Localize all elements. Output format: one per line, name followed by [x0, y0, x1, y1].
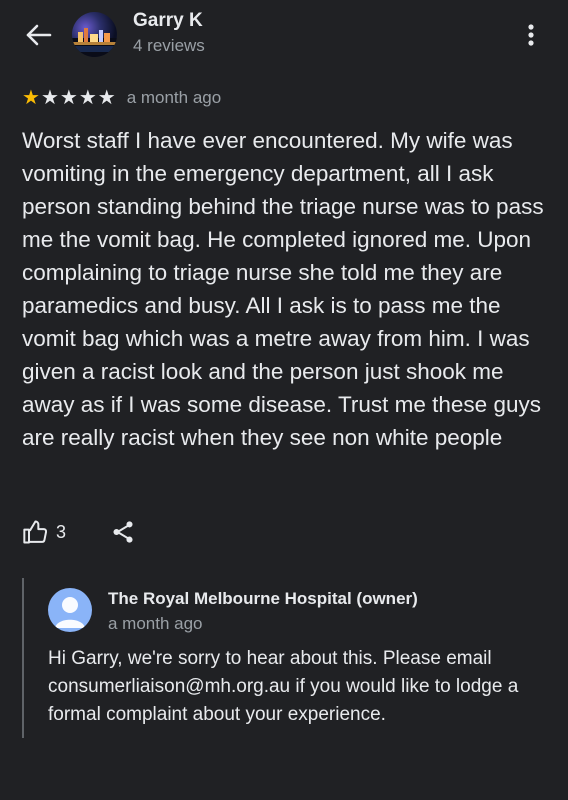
star-empty-icon: ★ — [97, 87, 116, 109]
city-night-photo — [72, 28, 117, 57]
star-empty-icon: ★ — [78, 87, 97, 109]
share-icon — [113, 521, 133, 543]
star-filled-icon: ★ — [22, 87, 40, 109]
share-button[interactable] — [110, 519, 136, 545]
more-options-button[interactable] — [520, 20, 542, 50]
like-count: 3 — [56, 521, 67, 542]
reviewer-name[interactable]: Garry K — [133, 10, 203, 32]
review-text: Worst staff I have ever encountered. My … — [22, 128, 544, 450]
owner-reply-date: a month ago — [108, 614, 203, 633]
owner-avatar — [48, 588, 92, 632]
owner-reply: The Royal Melbourne Hospital (owner) a m… — [22, 578, 554, 738]
star-empty-icon: ★ — [59, 87, 78, 109]
owner-reply-text: Hi Garry, we're sorry to hear about this… — [48, 648, 519, 725]
reviewer-review-count: 4 reviews — [133, 36, 205, 55]
star-empty-icon: ★ — [40, 87, 59, 109]
reviewer-avatar[interactable] — [72, 12, 117, 57]
review-date: a month ago — [126, 88, 222, 107]
person-icon — [55, 597, 85, 628]
rating-row: ★ ★ ★ ★ ★ a month ago — [22, 86, 221, 110]
more-vert-icon — [528, 24, 534, 46]
back-button[interactable] — [22, 20, 56, 50]
arrow-back-icon — [26, 24, 52, 46]
thumbs-up-icon — [23, 520, 48, 544]
star-rating: ★ ★ ★ ★ ★ — [22, 88, 117, 108]
like-button[interactable]: 3 — [22, 518, 66, 546]
review-actions: 3 — [22, 516, 136, 548]
owner-name: The Royal Melbourne Hospital (owner) — [108, 589, 418, 608]
review-header: Garry K 4 reviews — [0, 0, 568, 70]
